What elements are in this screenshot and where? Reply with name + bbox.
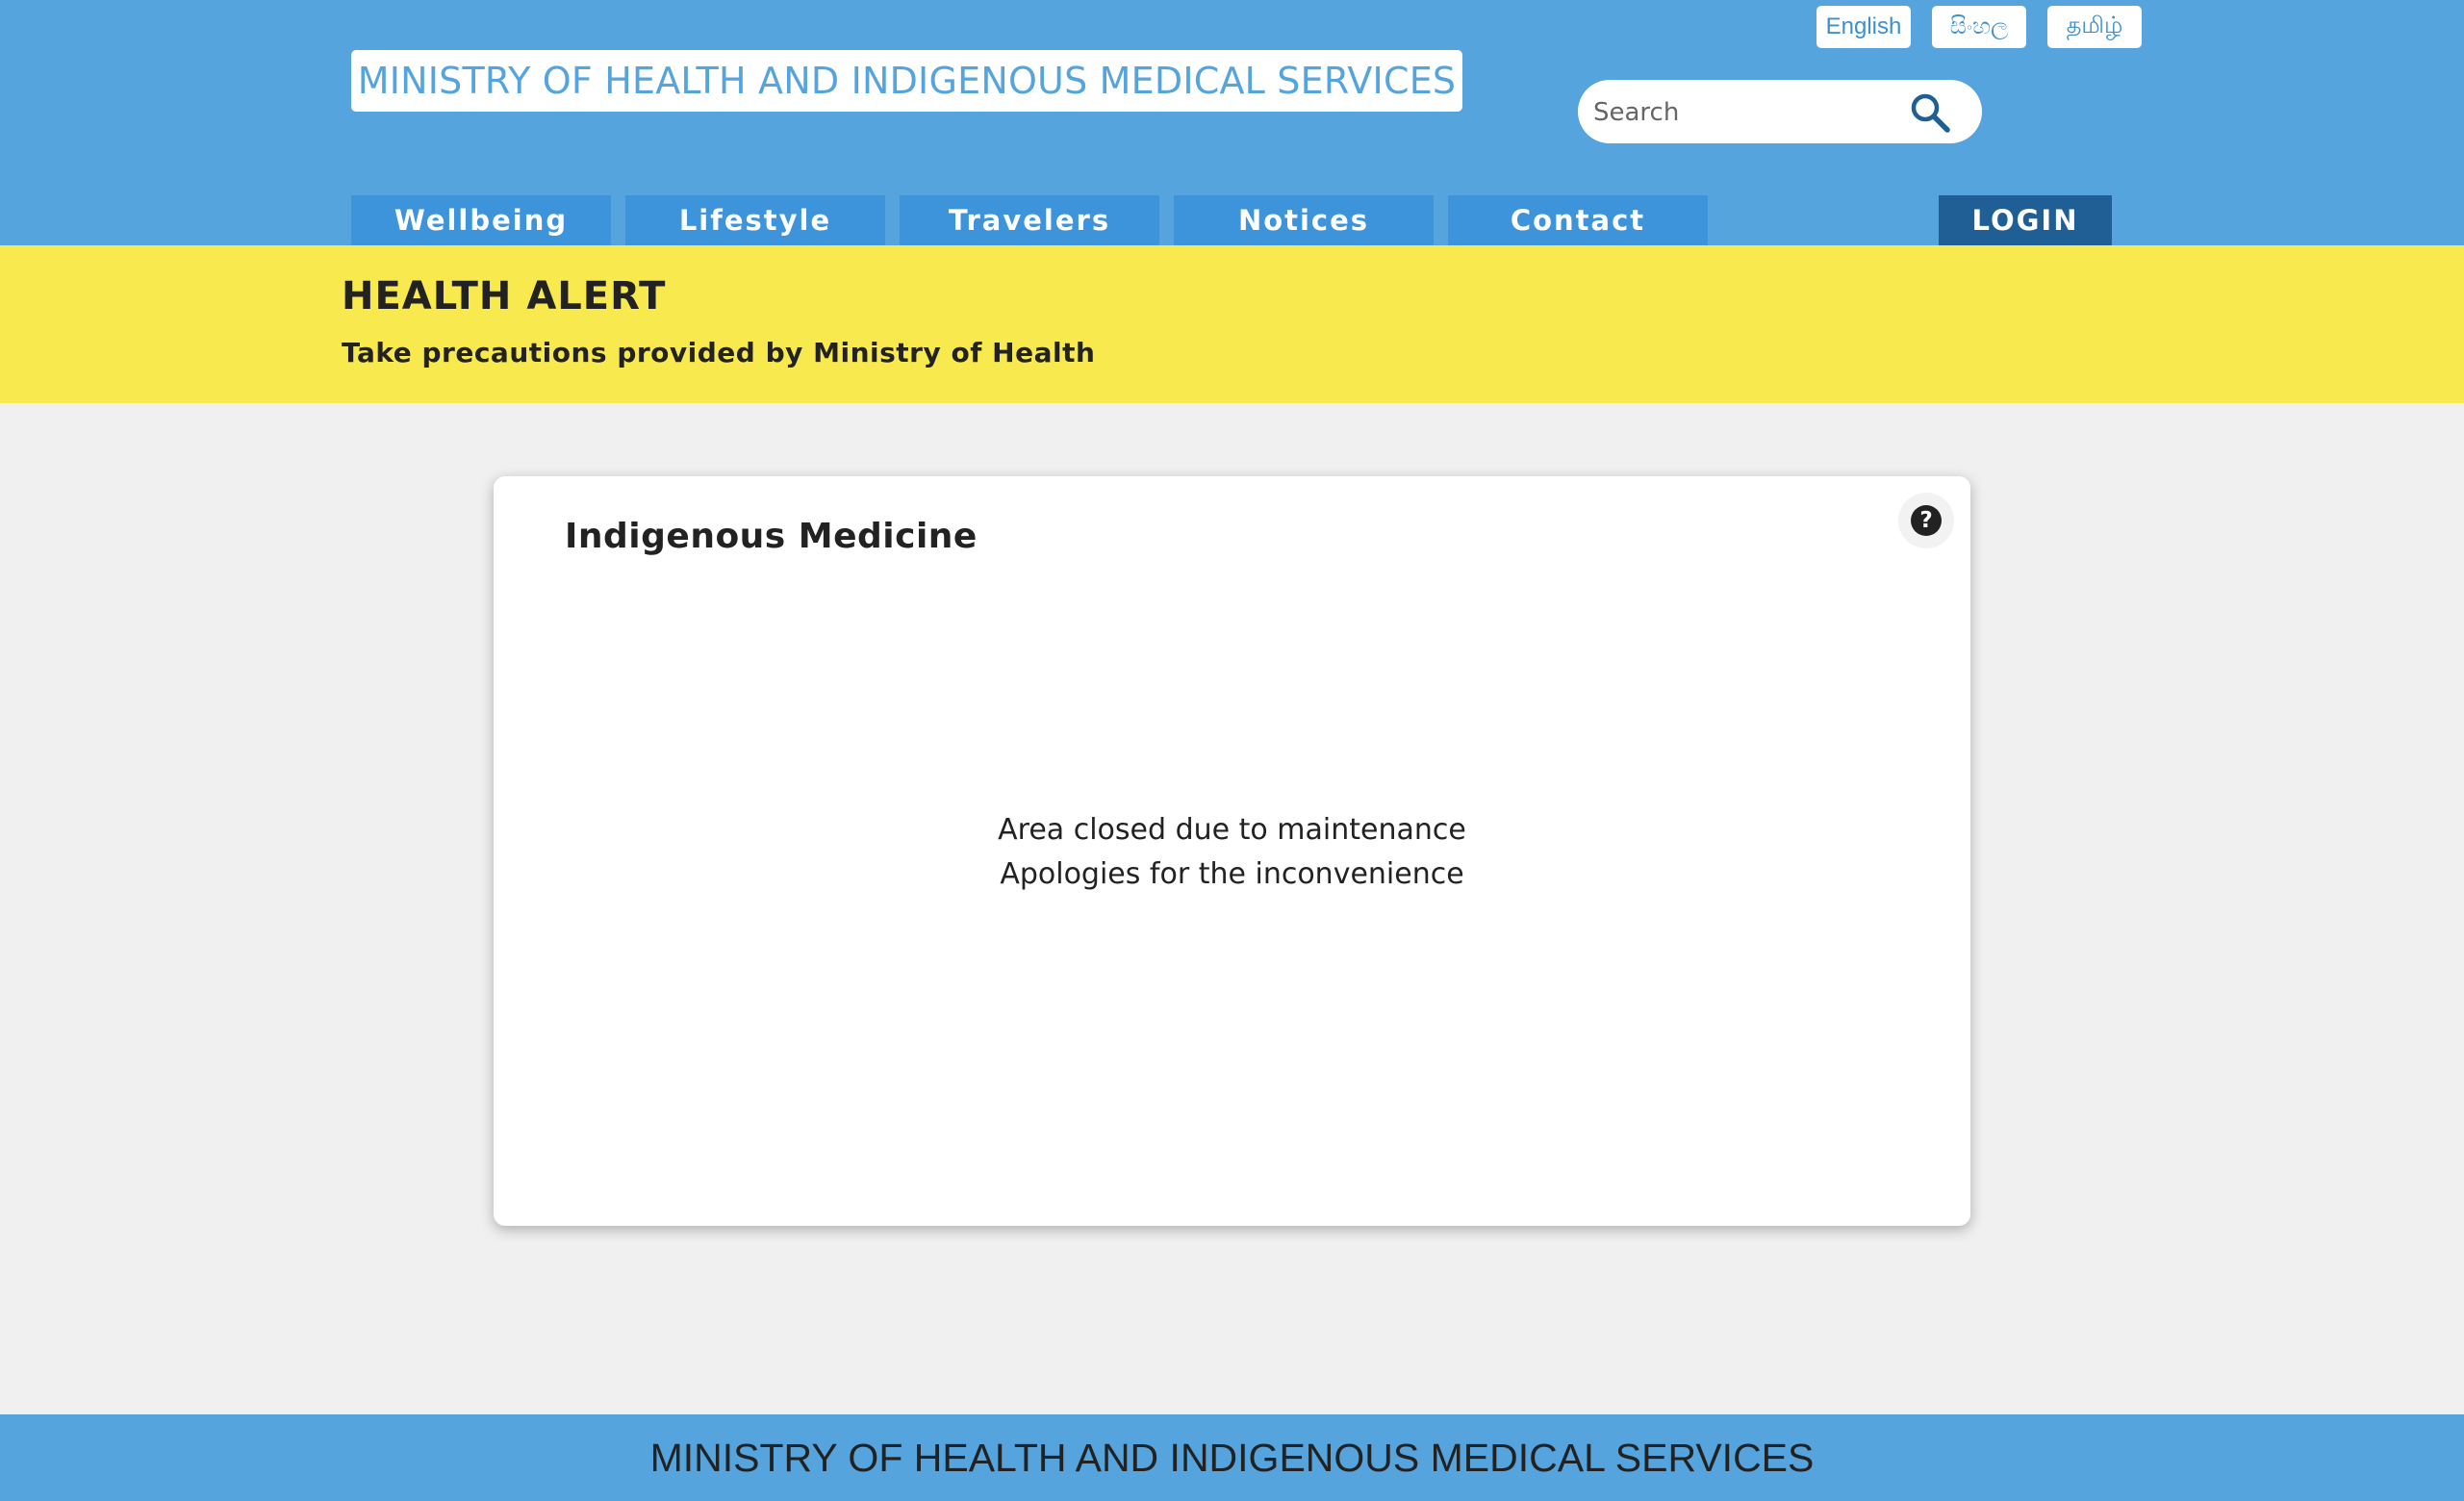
help-icon: ? xyxy=(1911,505,1942,536)
site-header: MINISTRY OF HEALTH AND INDIGENOUS MEDICA… xyxy=(0,0,2464,245)
alert-subtitle: Take precautions provided by Ministry of… xyxy=(342,337,1096,369)
language-tamil[interactable]: தமிழ் xyxy=(2047,6,2142,48)
alert-title: HEALTH ALERT xyxy=(342,274,667,318)
maintenance-line: Area closed due to maintenance xyxy=(998,813,1466,847)
login-button[interactable]: LOGIN xyxy=(1939,195,2112,245)
nav-tab-travelers[interactable]: Travelers xyxy=(900,195,1159,245)
nav-tab-wellbeing[interactable]: Wellbeing xyxy=(351,195,611,245)
apology-line: Apologies for the inconvenience xyxy=(1000,857,1464,891)
maintenance-message: Area closed due to maintenance Apologies… xyxy=(494,808,1970,897)
search-box xyxy=(1578,80,1982,143)
content-card: Indigenous Medicine ? Area closed due to… xyxy=(494,476,1970,1226)
search-icon[interactable] xyxy=(1909,91,1951,134)
search-input[interactable] xyxy=(1591,91,1884,134)
card-title: Indigenous Medicine xyxy=(565,517,978,556)
language-sinhala[interactable]: සිංහල xyxy=(1932,6,2026,48)
language-english[interactable]: English xyxy=(1816,6,1911,48)
site-footer: MINISTRY OF HEALTH AND INDIGENOUS MEDICA… xyxy=(0,1414,2464,1501)
help-button[interactable]: ? xyxy=(1898,493,1954,548)
site-title[interactable]: MINISTRY OF HEALTH AND INDIGENOUS MEDICA… xyxy=(351,50,1462,112)
nav-tab-lifestyle[interactable]: Lifestyle xyxy=(625,195,885,245)
nav-tab-contact[interactable]: Contact xyxy=(1448,195,1708,245)
nav-tab-notices[interactable]: Notices xyxy=(1174,195,1434,245)
health-alert-banner: HEALTH ALERT Take precautions provided b… xyxy=(0,245,2464,403)
